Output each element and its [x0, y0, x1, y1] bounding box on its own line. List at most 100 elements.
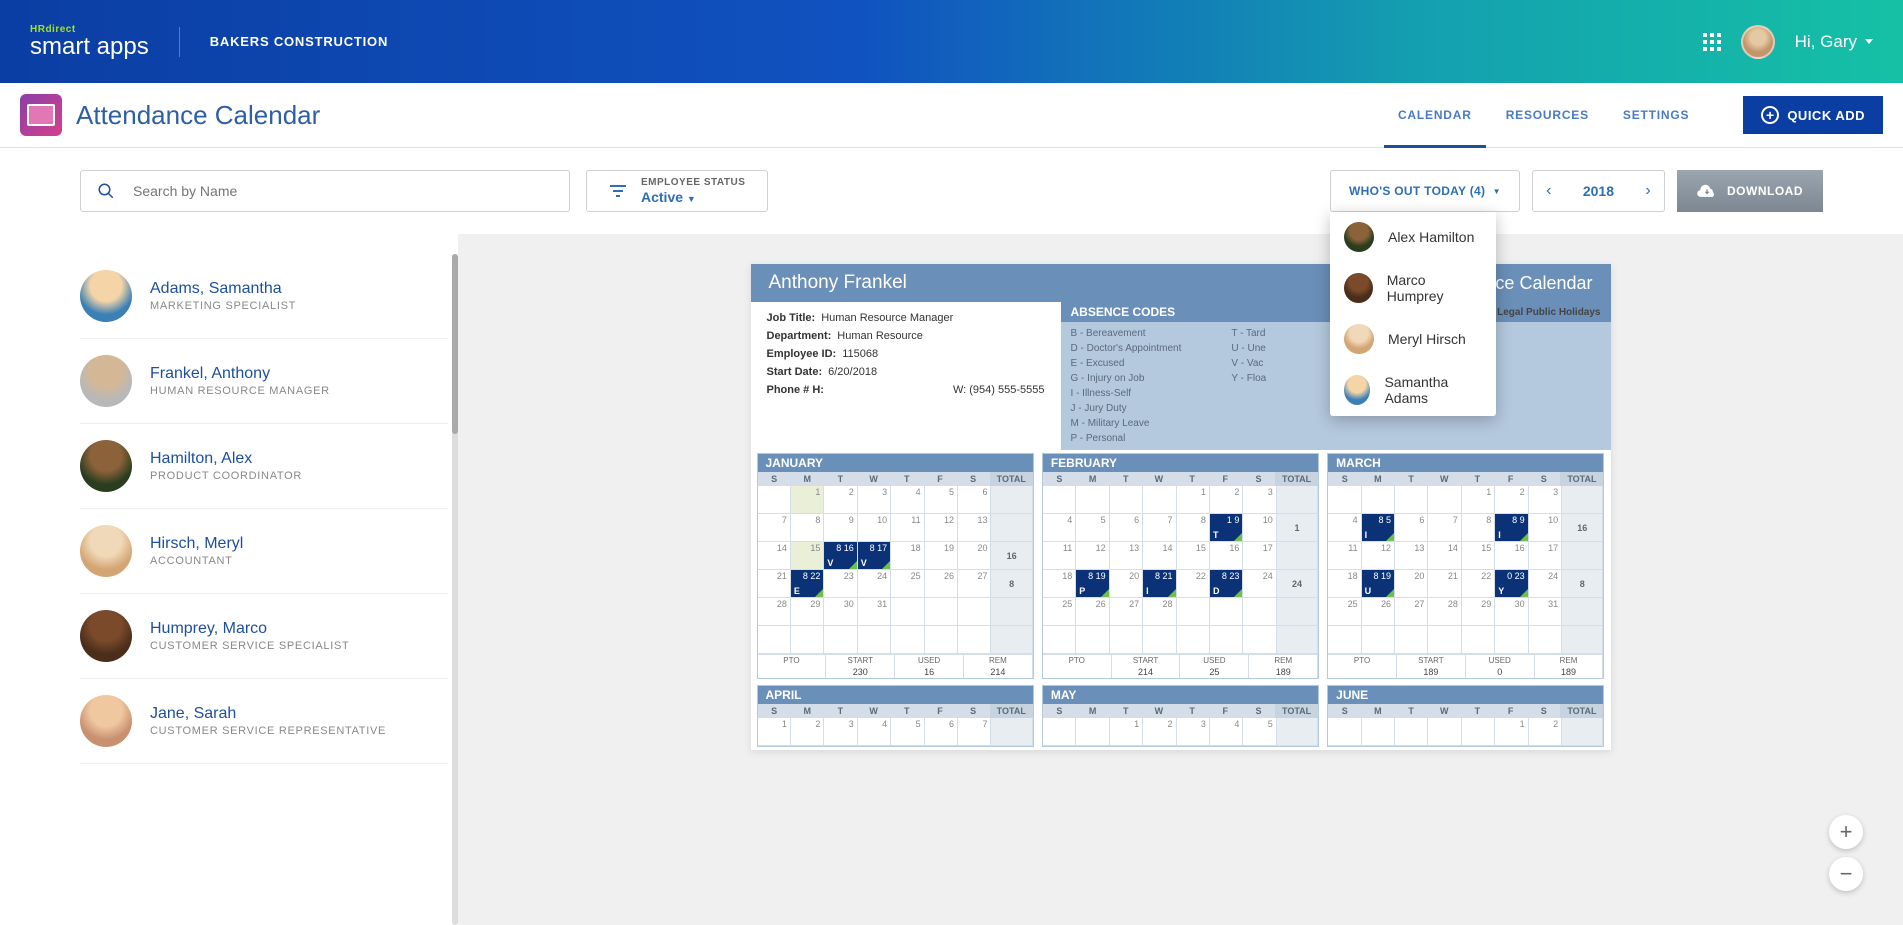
calendar-day[interactable] — [891, 598, 924, 626]
whos-out-item[interactable]: Samantha Adams — [1330, 364, 1496, 416]
calendar-day[interactable]: 16 — [1495, 542, 1528, 570]
calendar-day[interactable]: 14 — [758, 542, 791, 570]
calendar-day[interactable]: 2 — [824, 486, 857, 514]
calendar-day[interactable]: 23 — [824, 570, 857, 598]
calendar-day[interactable]: 15 — [1462, 542, 1495, 570]
calendar-day[interactable]: 25 — [1328, 598, 1361, 626]
whos-out-item[interactable]: Meryl Hirsch — [1330, 314, 1496, 364]
calendar-day[interactable]: 15 — [791, 542, 824, 570]
calendar-day[interactable] — [891, 626, 924, 654]
calendar-day[interactable]: 18 — [1043, 570, 1076, 598]
calendar-day[interactable]: 18 — [891, 542, 924, 570]
calendar-day[interactable] — [958, 626, 991, 654]
calendar-day[interactable]: 4 — [1210, 718, 1243, 746]
calendar-day[interactable]: 28 — [758, 598, 791, 626]
search-box[interactable] — [80, 170, 570, 212]
employee-item[interactable]: Frankel, AnthonyHUMAN RESOURCE MANAGER — [80, 339, 448, 424]
calendar-day[interactable] — [1395, 718, 1428, 746]
calendar-day[interactable]: 30 — [824, 598, 857, 626]
calendar-day[interactable]: 5 — [1076, 514, 1109, 542]
calendar-day[interactable]: 10 — [1529, 514, 1562, 542]
calendar-day[interactable]: 8 — [1177, 514, 1210, 542]
calendar-day[interactable] — [1395, 486, 1428, 514]
calendar-day[interactable]: 1 — [1177, 486, 1210, 514]
employee-item[interactable]: Humprey, MarcoCUSTOMER SERVICE SPECIALIS… — [80, 594, 448, 679]
calendar-day[interactable]: 1 — [758, 718, 791, 746]
employee-item[interactable]: Adams, SamanthaMARKETING SPECIALIST — [80, 254, 448, 339]
calendar-day[interactable]: 8 21I — [1143, 570, 1176, 598]
calendar-day[interactable]: 8 — [791, 514, 824, 542]
year-prev-button[interactable]: ‹ — [1533, 182, 1565, 200]
calendar-day[interactable]: 8 22E — [791, 570, 824, 598]
calendar-day[interactable]: 17 — [1243, 542, 1276, 570]
calendar-day[interactable]: 20 — [1110, 570, 1143, 598]
year-next-button[interactable]: › — [1632, 182, 1664, 200]
calendar-day[interactable]: 8 19U — [1362, 570, 1395, 598]
calendar-day[interactable] — [925, 598, 958, 626]
calendar-day[interactable]: 1 — [1462, 486, 1495, 514]
calendar-day[interactable]: 11 — [891, 514, 924, 542]
calendar-day[interactable] — [1362, 486, 1395, 514]
calendar-day[interactable]: 8 19P — [1076, 570, 1109, 598]
calendar-day[interactable]: 7 — [758, 514, 791, 542]
calendar-day[interactable] — [1076, 486, 1109, 514]
calendar-day[interactable] — [1143, 626, 1176, 654]
calendar-day[interactable] — [858, 626, 891, 654]
calendar-day[interactable] — [958, 598, 991, 626]
calendar-day[interactable]: 22 — [1177, 570, 1210, 598]
employee-item[interactable]: Hirsch, MerylACCOUNTANT — [80, 509, 448, 594]
calendar-day[interactable]: 20 — [958, 542, 991, 570]
calendar-day[interactable]: 13 — [1110, 542, 1143, 570]
calendar-day[interactable]: 17 — [1529, 542, 1562, 570]
calendar-day[interactable]: 1 9T — [1210, 514, 1243, 542]
calendar-day[interactable]: 15 — [1177, 542, 1210, 570]
calendar-day[interactable]: 6 — [1395, 514, 1428, 542]
calendar-day[interactable] — [1428, 718, 1461, 746]
calendar-day[interactable] — [1529, 626, 1562, 654]
calendar-day[interactable]: 5 — [891, 718, 924, 746]
calendar-day[interactable]: 28 — [1428, 598, 1461, 626]
download-button[interactable]: DOWNLOAD — [1677, 170, 1823, 212]
calendar-day[interactable]: 25 — [891, 570, 924, 598]
whos-out-button[interactable]: WHO'S OUT TODAY (4) ▼ — [1330, 170, 1520, 212]
calendar-day[interactable]: 3 — [1177, 718, 1210, 746]
calendar-day[interactable] — [1177, 626, 1210, 654]
calendar-day[interactable]: 8 5I — [1362, 514, 1395, 542]
calendar-day[interactable]: 12 — [1076, 542, 1109, 570]
zoom-out-button[interactable]: − — [1829, 857, 1863, 891]
employee-item[interactable]: Hamilton, AlexPRODUCT COORDINATOR — [80, 424, 448, 509]
calendar-day[interactable] — [1243, 598, 1276, 626]
calendar-day[interactable]: 12 — [925, 514, 958, 542]
tab-settings[interactable]: SETTINGS — [1623, 83, 1689, 147]
calendar-day[interactable]: 5 — [925, 486, 958, 514]
calendar-day[interactable]: 7 — [1428, 514, 1461, 542]
calendar-day[interactable]: 8 — [1462, 514, 1495, 542]
employee-status-filter[interactable]: EMPLOYEE STATUS Active ▼ — [586, 170, 768, 212]
calendar-day[interactable]: 18 — [1328, 570, 1361, 598]
calendar-day[interactable]: 24 — [858, 570, 891, 598]
calendar-day[interactable] — [1462, 718, 1495, 746]
calendar-day[interactable] — [1043, 718, 1076, 746]
calendar-day[interactable]: 19 — [925, 542, 958, 570]
calendar-day[interactable]: 25 — [1043, 598, 1076, 626]
calendar-day[interactable] — [1043, 486, 1076, 514]
calendar-day[interactable]: 8 16V — [824, 542, 857, 570]
calendar-day[interactable]: 2 — [1143, 718, 1176, 746]
calendar-day[interactable] — [1328, 486, 1361, 514]
whos-out-item[interactable]: Marco Humprey — [1330, 262, 1496, 314]
calendar-day[interactable] — [1362, 626, 1395, 654]
calendar-day[interactable]: 20 — [1395, 570, 1428, 598]
calendar-day[interactable] — [824, 626, 857, 654]
calendar-day[interactable]: 24 — [1243, 570, 1276, 598]
tab-resources[interactable]: RESOURCES — [1506, 83, 1589, 147]
search-input[interactable] — [133, 183, 553, 199]
calendar-day[interactable]: 29 — [1462, 598, 1495, 626]
calendar-day[interactable]: 2 — [1529, 718, 1562, 746]
calendar-day[interactable]: 14 — [1428, 542, 1461, 570]
calendar-day[interactable] — [925, 626, 958, 654]
calendar-day[interactable] — [1076, 718, 1109, 746]
calendar-day[interactable]: 8 9I — [1495, 514, 1528, 542]
calendar-day[interactable] — [1428, 626, 1461, 654]
employee-item[interactable]: Jane, SarahCUSTOMER SERVICE REPRESENTATI… — [80, 679, 448, 764]
calendar-day[interactable] — [758, 626, 791, 654]
